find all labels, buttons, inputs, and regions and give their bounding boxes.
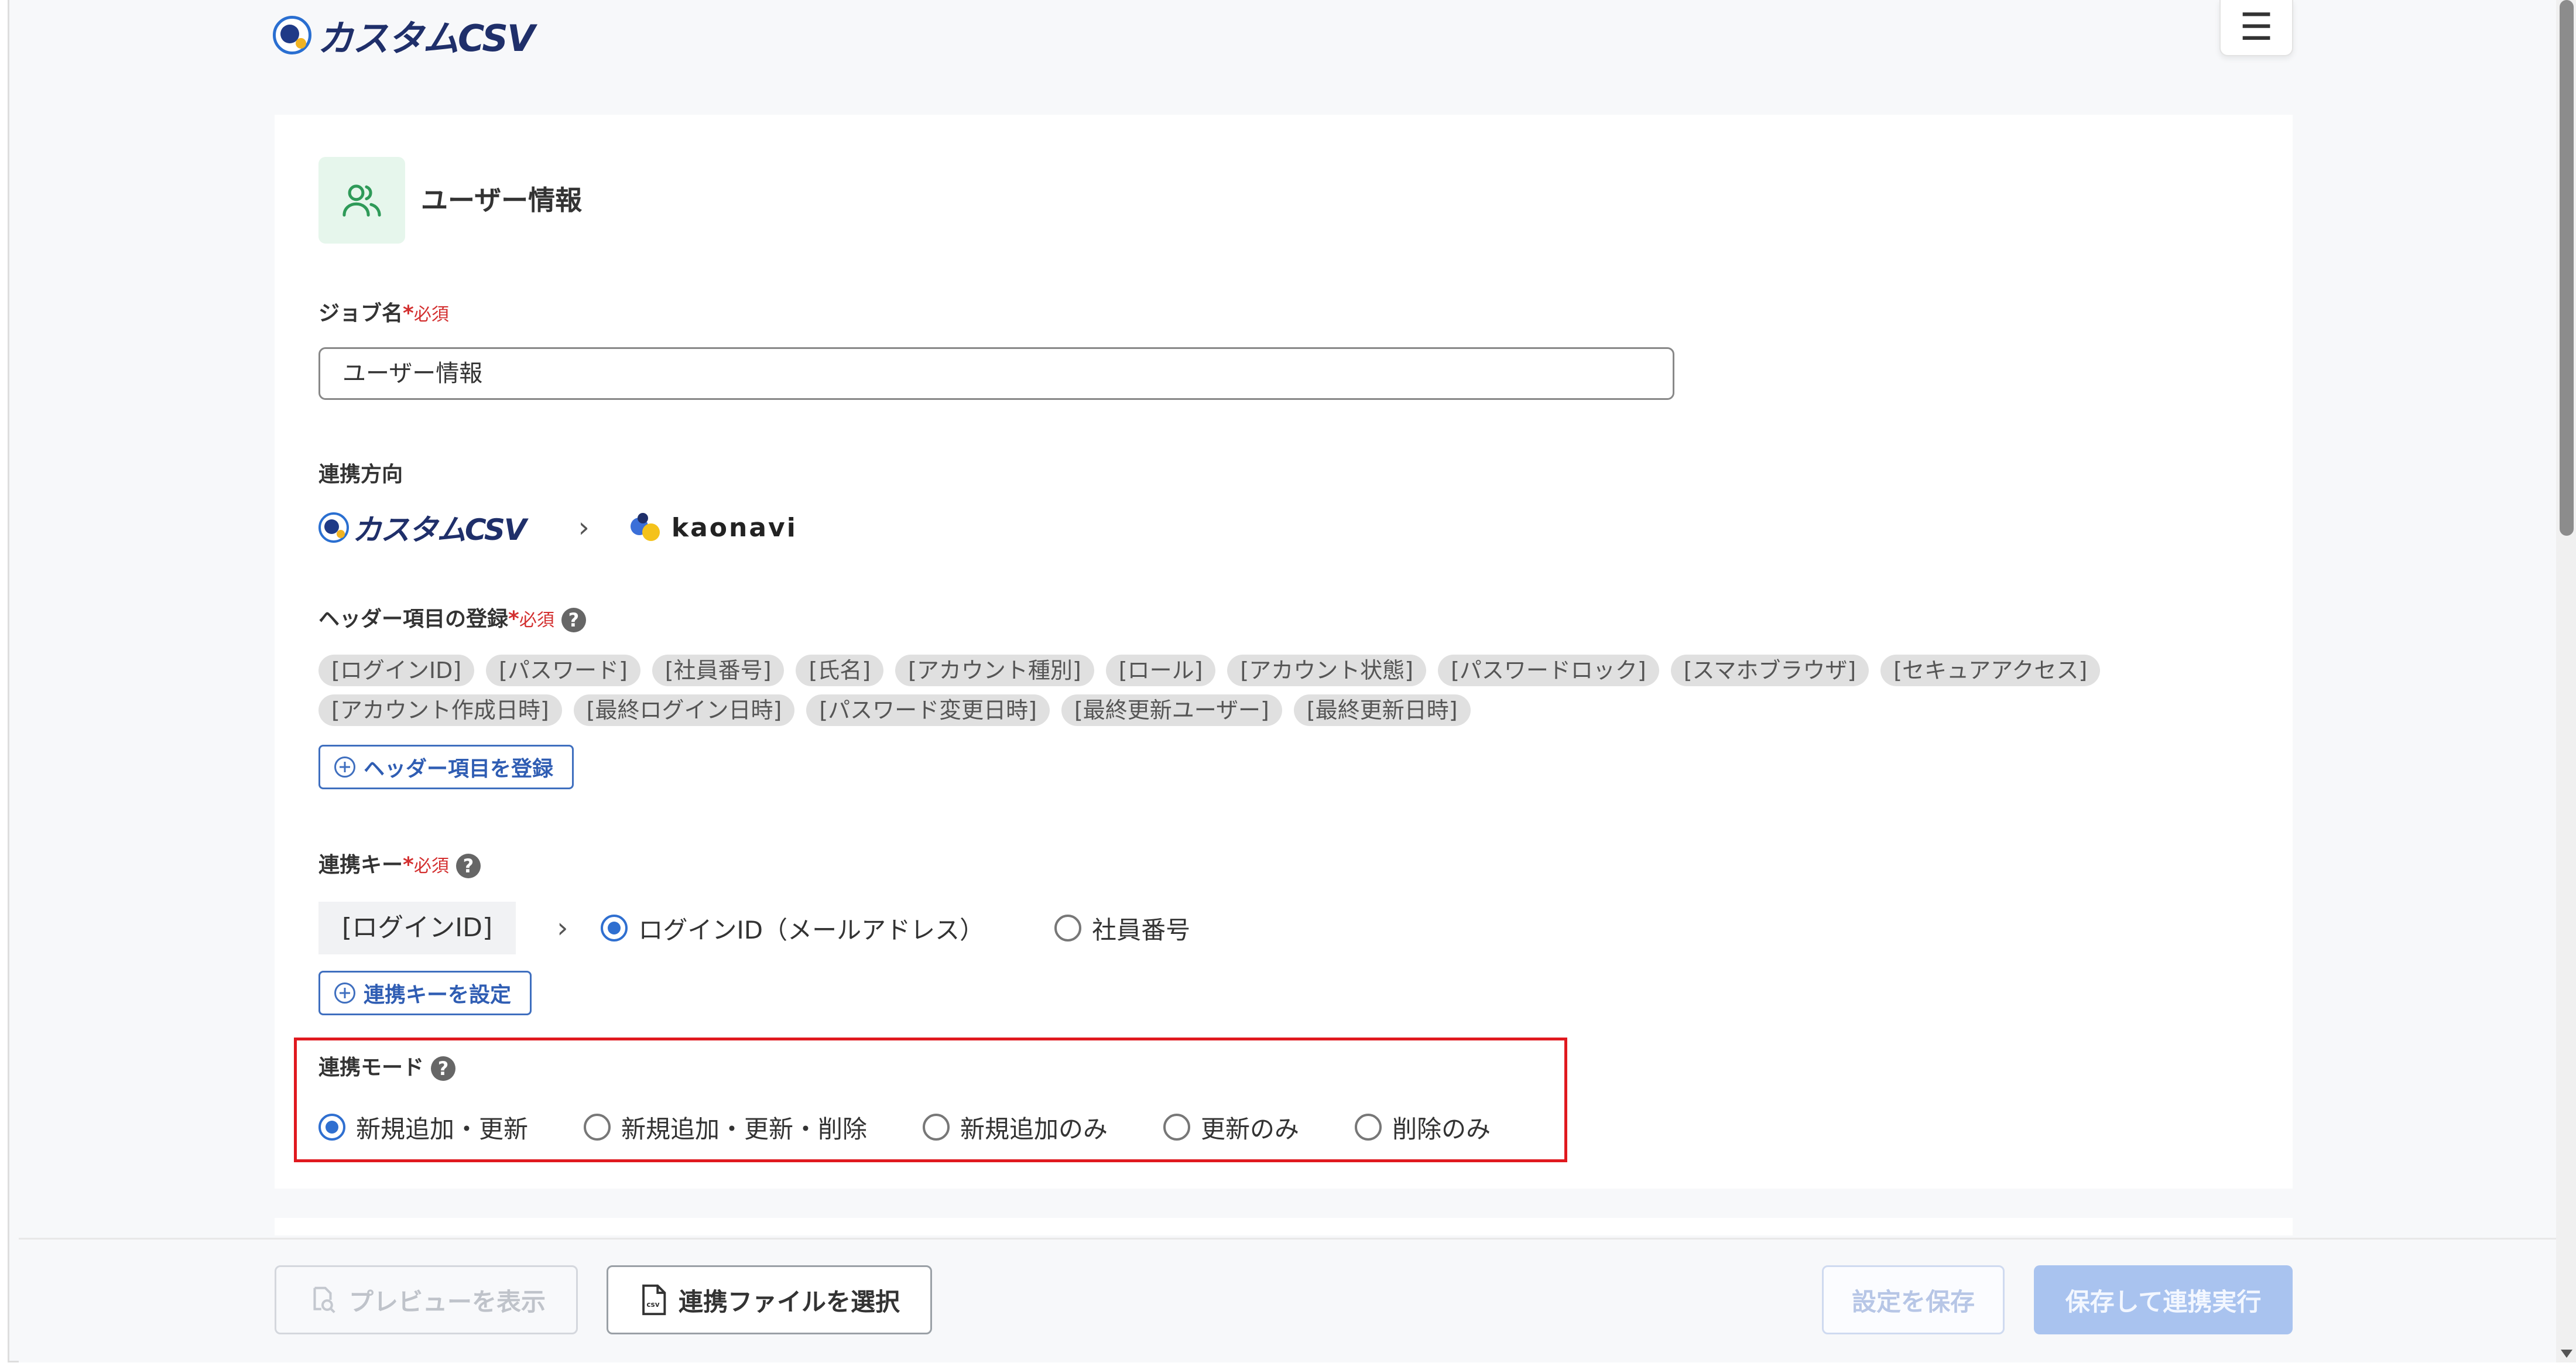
header-tag: [パスワード] [486,655,640,686]
radio-unselected[interactable] [1355,1114,1382,1141]
job-name-label: ジョブ名*必須 [318,296,449,327]
header-items-label-text: ヘッダー項目の登録 [318,607,509,631]
mode-option-label: 新規追加のみ [960,1114,1108,1144]
header-tag: [アカウント種別] [895,655,1094,686]
job-name-label-text: ジョブ名 [318,302,403,326]
preview-button-label: プレビューを表示 [348,1287,546,1316]
section-title: ユーザー情報 [421,184,583,216]
source-system-name: カスタムCSV [352,513,527,547]
mode-option-delete-only[interactable]: 削除のみ [1355,1110,1491,1145]
required-star: * [508,607,519,631]
required-star: * [403,302,414,326]
chevron-right-icon: › [578,511,590,544]
source-system: カスタムCSV [318,506,527,549]
job-settings-card: ユーザー情報 ジョブ名*必須 ユーザー情報 連携方向 カスタムCSV › kao… [275,115,2293,1189]
mode-option-label: 更新のみ [1201,1114,1300,1144]
mode-option-label: 削除のみ [1392,1114,1491,1144]
save-and-run-button-label: 保存して連携実行 [2065,1287,2262,1316]
next-section-card [275,1218,2293,1235]
header-tag: [氏名] [796,655,884,686]
mode-option-label: 新規追加・更新 [356,1114,529,1144]
header-tag: [パスワードロック] [1438,655,1659,686]
sync-key-row: [ログインID] › ログインID（メールアドレス） 社員番号 [318,902,1190,954]
radio-unselected[interactable] [584,1114,611,1141]
required-badge: 必須 [413,304,449,325]
hamburger-menu-button[interactable]: ☰ [2219,0,2293,56]
mode-option-label: 新規追加・更新・削除 [621,1114,868,1144]
scroll-down-arrow-icon[interactable] [2561,1350,2572,1358]
header-tag: [最終ログイン日時] [573,694,795,726]
header-tag: [パスワード変更日時] [806,694,1050,726]
app-frame: カスタムCSV ☰ ユーザー情報 ジョブ名*必須 ユーザー情報 連携方向 カスタ… [8,0,2576,1362]
sync-direction: カスタムCSV › kaonavi [318,504,797,551]
header-tag: [ログインID] [318,655,475,686]
action-footer: プレビューを表示 csv 連携ファイルを選択 設定を保存 保存して連携実行 [19,1238,2560,1362]
radio-unselected[interactable] [1163,1114,1191,1141]
search-document-icon [313,1286,335,1313]
required-badge: 必須 [413,856,449,877]
header-tag: [ロール] [1105,655,1216,686]
required-badge: 必須 [519,610,554,631]
select-file-button[interactable]: csv 連携ファイルを選択 [607,1265,932,1334]
job-name-input[interactable]: ユーザー情報 [318,347,1674,400]
scrollbar-thumb[interactable] [2560,0,2574,536]
chevron-right-icon: › [557,912,568,944]
header-tag: [最終更新ユーザー] [1061,694,1282,726]
svg-text:csv: csv [646,1300,659,1309]
plus-circle-icon [334,982,355,1004]
header-tag: [最終更新日時] [1293,694,1471,726]
plus-circle-icon [334,756,355,778]
header-items-label: ヘッダー項目の登録*必須? [318,602,586,632]
brand-name: カスタムCSV [317,17,535,60]
header-tag: [セキュアアクセス] [1880,655,2101,686]
mode-option-update-only[interactable]: 更新のみ [1163,1110,1299,1145]
users-icon [318,157,405,244]
sync-key-label-text: 連携キー [318,853,403,877]
help-icon[interactable]: ? [561,608,586,632]
mode-option-add-update-delete[interactable]: 新規追加・更新・削除 [584,1110,867,1145]
key-option-employee-number[interactable]: 社員番号 [1054,910,1190,946]
app-logo[interactable]: カスタムCSV [273,11,535,60]
radio-selected[interactable] [601,915,628,942]
set-sync-key-button[interactable]: 連携キーを設定 [318,971,532,1015]
radio-unselected[interactable] [1054,915,1082,942]
target-system: kaonavi [630,512,797,543]
save-settings-button-label: 設定を保存 [1851,1287,1975,1316]
radio-selected[interactable] [318,1114,345,1141]
header-tag: [アカウント状態] [1227,655,1427,686]
key-option-label: 社員番号 [1092,915,1191,944]
sync-key-label: 連携キー*必須? [318,848,481,878]
vertical-scrollbar[interactable] [2556,0,2576,1362]
save-and-run-button[interactable]: 保存して連携実行 [2034,1265,2293,1334]
set-sync-key-button-label: 連携キーを設定 [364,983,512,1007]
header-tags: [ログインID] [パスワード] [社員番号] [氏名] [アカウント種別] [… [318,655,2192,726]
direction-label: 連携方向 [318,463,403,487]
mode-option-add-update[interactable]: 新規追加・更新 [318,1110,528,1145]
sync-mode-options: 新規追加・更新 新規追加・更新・削除 新規追加のみ 更新のみ 削除のみ [318,1110,1491,1145]
kaonavi-logo-icon [630,513,663,542]
target-system-name: kaonavi [671,512,797,543]
select-file-button-label: 連携ファイルを選択 [678,1287,900,1316]
header-tag: [アカウント作成日時] [318,694,562,726]
radio-unselected[interactable] [923,1114,950,1141]
register-header-button[interactable]: ヘッダー項目を登録 [318,745,574,789]
header-tag: [スマホブラウザ] [1670,655,1869,686]
header-tag: [社員番号] [652,655,785,686]
mode-option-add-only[interactable]: 新規追加のみ [923,1110,1108,1145]
csv-file-icon: csv [642,1284,666,1316]
help-icon[interactable]: ? [455,854,481,878]
key-option-label: ログインID（メールアドレス） [638,915,985,944]
register-header-button-label: ヘッダー項目を登録 [364,757,554,781]
sync-key-source: [ログインID] [318,902,516,954]
save-settings-button[interactable]: 設定を保存 [1822,1265,2005,1334]
globe-logo-icon [273,16,311,54]
required-star: * [403,853,414,877]
key-option-login-id[interactable]: ログインID（メールアドレス） [601,910,984,946]
preview-button[interactable]: プレビューを表示 [275,1265,578,1334]
globe-logo-icon [318,512,349,543]
